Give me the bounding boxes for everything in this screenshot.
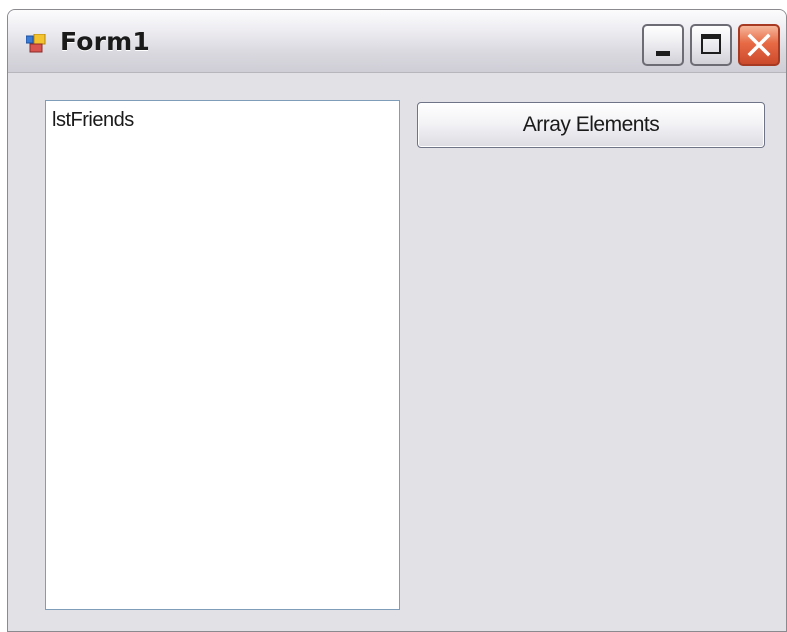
window-title: Form1 <box>60 27 151 56</box>
maximize-button[interactable] <box>690 24 732 66</box>
array-elements-button[interactable]: Array Elements <box>417 102 765 148</box>
listbox-name-label: lstFriends <box>52 109 134 131</box>
form-window: Form1 lstFriends Array Elements <box>7 9 787 632</box>
title-bar[interactable]: Form1 <box>8 10 786 73</box>
minimize-button[interactable] <box>642 24 684 66</box>
form-client-area: lstFriends Array Elements <box>8 73 786 631</box>
minimize-icon <box>656 51 670 56</box>
close-button[interactable] <box>738 24 780 66</box>
app-icon <box>25 33 48 54</box>
friends-listbox[interactable]: lstFriends <box>45 100 400 610</box>
maximize-icon <box>701 34 721 54</box>
close-icon <box>747 33 771 57</box>
